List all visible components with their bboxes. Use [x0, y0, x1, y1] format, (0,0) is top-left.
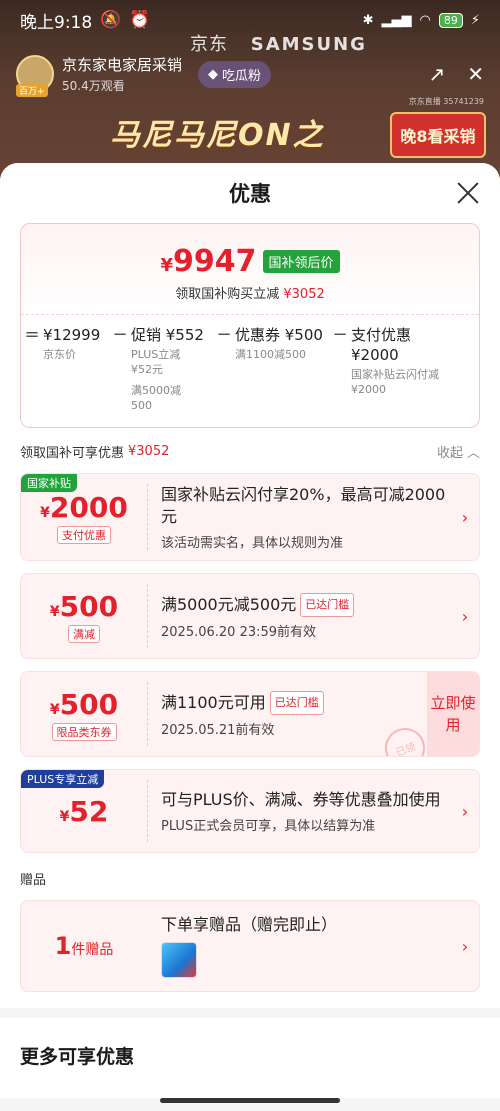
streamer-info[interactable]: 京东家电家居采销 50.4万观看	[62, 54, 182, 94]
coupon-title: 满5000元减500元 已达门槛	[161, 592, 451, 617]
alarm-icon: ⏰	[129, 10, 151, 30]
chevron-right-icon: ›	[461, 507, 469, 527]
sheet-body: ¥9947 国补领后价 领取国补购买立减 ¥3052 = ¥12999 京东价 …	[0, 223, 500, 1008]
streamer-name: 京东家电家居采销	[62, 56, 183, 74]
breakdown-item-payment: 支付优惠 ¥2000 国家补贴云闪付减 ¥2000	[351, 326, 439, 396]
final-price: ¥9947	[160, 244, 257, 279]
coupon-kind: 支付优惠	[57, 525, 111, 544]
gift-section-label: 赠品	[20, 873, 47, 888]
coupon-card-category-coupon[interactable]: ¥500 限品类东券 满1100元可用 已达门槛 2025.05.21前有效 已领…	[20, 671, 480, 757]
gift-count: 1件赠品	[54, 932, 114, 960]
battery-indicator: 89	[438, 12, 463, 28]
coupon-title: 可与PLUS价、满减、券等优惠叠加使用	[161, 789, 441, 809]
coupon-subtitle: 2025.05.21前有效	[161, 722, 275, 738]
wifi-icon: ◠	[419, 12, 431, 28]
fan-badge-label: 吃瓜粉	[222, 68, 262, 84]
final-price-tag: 国补领后价	[262, 250, 340, 273]
gift-title: 下单享赠品（赠完即止）	[161, 915, 338, 934]
coupon-subtitle: 2025.06.20 23:59前有效	[161, 624, 317, 640]
live-room-id: 京东直播 35741239	[408, 97, 484, 106]
charging-icon: ⚡	[470, 12, 480, 28]
price-breakdown: = ¥12999 京东价 − 促销 ¥552 PLUS立减 ¥52元 满5000…	[21, 314, 479, 427]
discount-sheet: 优惠 ¥9947 国补领后价 领取国补购买立减 ¥3052 = ¥12999 京…	[0, 163, 500, 1111]
threshold-reached-badge: 已达门槛	[300, 592, 355, 617]
coupon-subtitle: 该活动需实名，具体以规则为准	[161, 535, 344, 551]
fan-badge[interactable]: ◆ 吃瓜粉	[198, 60, 272, 88]
more-discounts-section: 更多可享优惠	[0, 1018, 500, 1098]
bluetooth-icon: ✱	[362, 12, 374, 28]
streamer-avatar[interactable]: 百万+	[16, 55, 54, 97]
chevron-right-icon: ›	[461, 606, 469, 626]
breakdown-item-jd-price: ¥12999 京东价	[43, 326, 101, 361]
coupon-kind: 满减	[68, 624, 100, 643]
coupon-card-full-reduction[interactable]: ¥500 满减 满5000元减500元 已达门槛 2025.06.20 23:59…	[20, 573, 480, 659]
sheet-title: 优惠	[229, 182, 271, 206]
coupon-subtitle: PLUS正式会员可享，具体以结算为准	[161, 818, 376, 834]
fan-badge-icon: ◆	[208, 66, 219, 82]
status-time: 晚上9:18	[20, 12, 93, 33]
live-banner-button[interactable]: 晚8看采销	[390, 112, 486, 158]
avatar-tag: 百万+	[16, 84, 48, 97]
gift-thumbnail[interactable]	[161, 942, 197, 978]
mute-icon: 🔕	[100, 10, 122, 30]
gift-card[interactable]: 1件赠品 下单享赠品（赠完即止） ›	[20, 900, 480, 992]
close-icon[interactable]	[456, 181, 480, 205]
final-price-subtitle: 领取国补购买立减 ¥3052	[175, 287, 325, 302]
live-banner-text: 马尼马尼ON之	[110, 118, 325, 153]
coupon-card-plus[interactable]: PLUS专享立减 ¥52 可与PLUS价、满减、券等优惠叠加使用 PLUS正式会…	[20, 769, 480, 853]
coupon-corner-tag: 国家补贴	[21, 474, 77, 492]
chevron-up-icon: ︿	[466, 446, 480, 461]
coupon-amount: ¥52	[59, 794, 109, 828]
coupon-corner-tag: PLUS专享立减	[21, 770, 105, 788]
coupon-title: 满1100元可用 已达门槛	[161, 690, 427, 715]
use-now-button[interactable]: 立即使用	[427, 672, 479, 756]
sheet-header: 优惠	[0, 163, 500, 223]
coupon-amount: ¥500	[49, 687, 119, 721]
section-value: ¥3052	[128, 444, 170, 459]
viewer-count: 50.4万观看	[62, 79, 125, 93]
price-summary-card: ¥9947 国补领后价 领取国补购买立减 ¥3052 = ¥12999 京东价 …	[20, 223, 480, 428]
breakdown-operator: =	[24, 324, 40, 345]
breakdown-operator: −	[216, 324, 232, 345]
breakdown-operator: −	[112, 324, 128, 345]
breakdown-item-promotion: 促销 ¥552 PLUS立减 ¥52元 满5000减 500	[131, 326, 204, 412]
coupon-title: 国家补贴云闪付享20%，最高可减2000元	[161, 484, 446, 526]
close-live-icon[interactable]: ✕	[467, 62, 484, 86]
home-indicator[interactable]	[160, 1098, 340, 1103]
more-discounts-title: 更多可享优惠	[20, 1046, 135, 1068]
signal-icon: ▂▄▆	[381, 12, 412, 28]
live-header: 百万+ 京东家电家居采销 50.4万观看 ◆ 吃瓜粉 ↗ ✕	[16, 52, 484, 97]
breakdown-item-coupon: 优惠券 ¥500 满1100减500	[235, 326, 323, 361]
section-header: 领取国补可享优惠 ¥3052 收起 ︿	[20, 442, 480, 461]
coupon-card-national-subsidy[interactable]: 国家补贴 ¥2000 支付优惠 国家补贴云闪付享20%，最高可减2000元 该活…	[20, 473, 480, 561]
coupon-kind: 限品类东券	[51, 722, 117, 741]
collapse-button[interactable]: 收起 ︿	[437, 442, 480, 461]
chevron-right-icon: ›	[461, 936, 469, 956]
section-label: 领取国补可享优惠	[20, 446, 125, 461]
breakdown-operator: −	[332, 324, 348, 345]
coupon-amount: ¥2000	[40, 490, 128, 524]
share-icon[interactable]: ↗	[428, 62, 445, 86]
threshold-reached-badge: 已达门槛	[269, 690, 324, 715]
chevron-right-icon: ›	[461, 801, 469, 821]
coupon-amount: ¥500	[49, 589, 119, 623]
